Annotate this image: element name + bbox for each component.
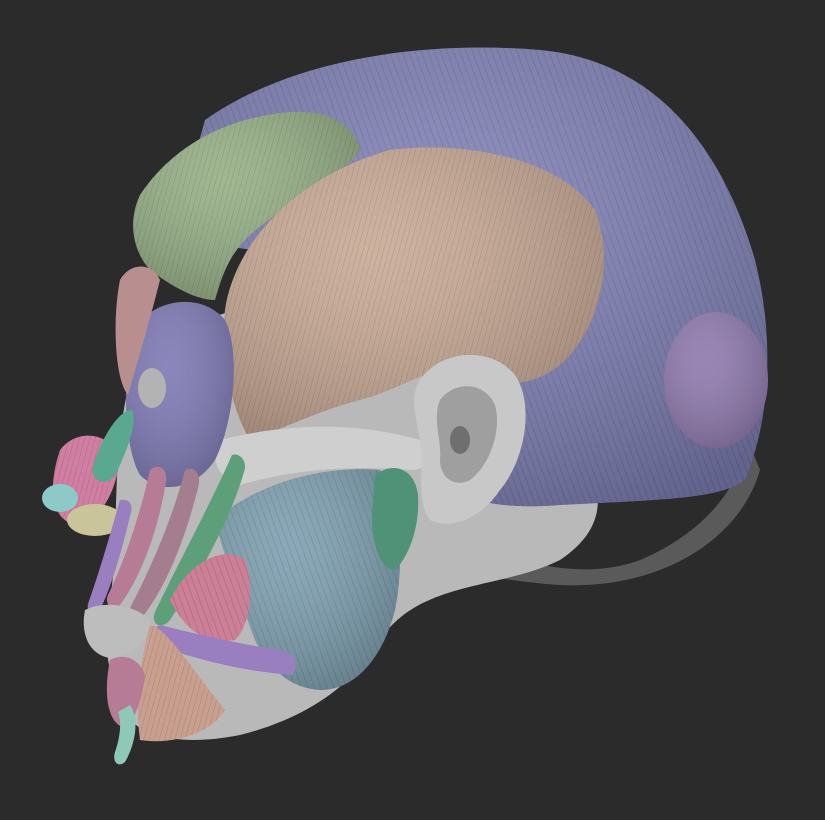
head-model-render (42, 47, 768, 765)
anatomy-viewport (0, 0, 825, 820)
ear-canal (450, 426, 470, 454)
eyeball (138, 368, 166, 408)
nose-cartilage (42, 484, 78, 512)
